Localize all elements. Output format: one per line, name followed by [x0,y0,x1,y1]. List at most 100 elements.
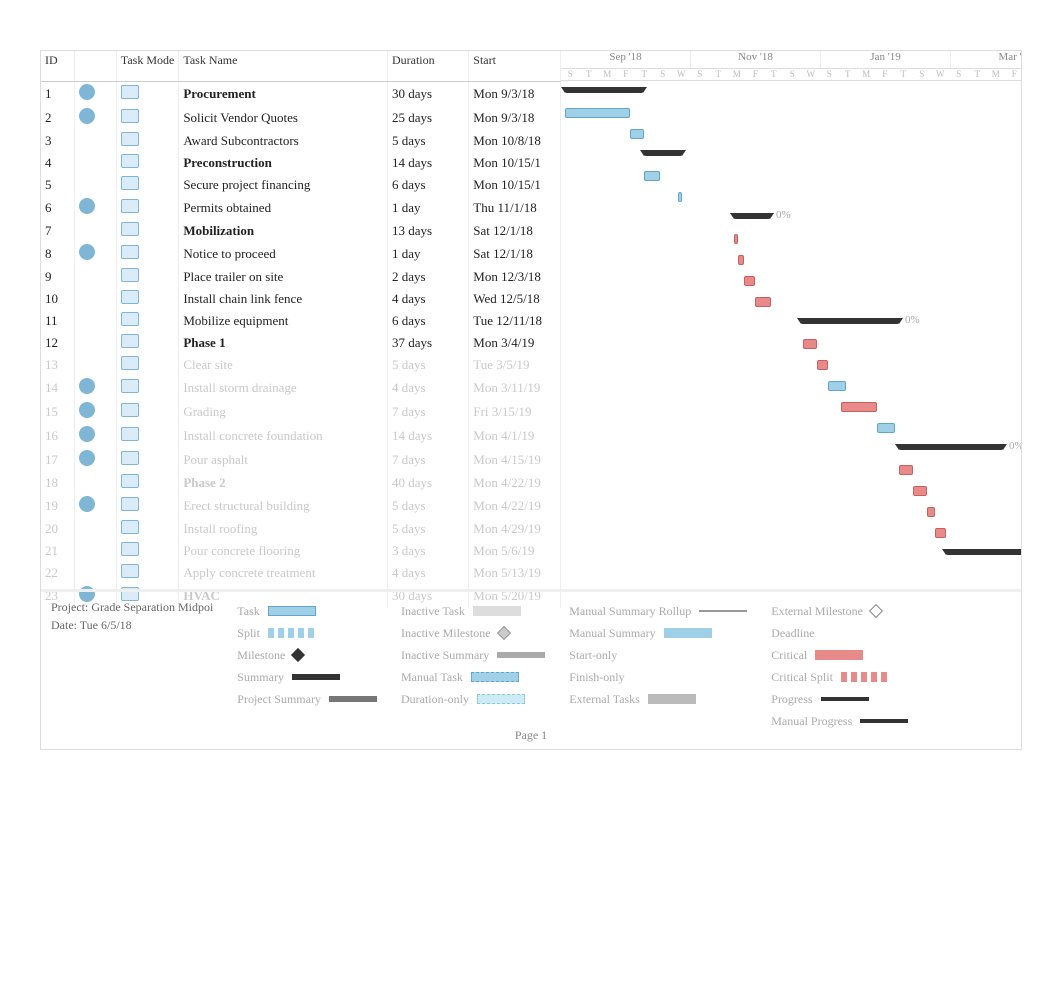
table-row[interactable]: 21Pour concrete flooring3 daysMon 5/6/19 [41,540,561,562]
table-row[interactable]: 2Solicit Vendor Quotes25 daysMon 9/3/18 [41,106,561,130]
cell-mode [116,266,178,288]
cell-start: Mon 4/29/19 [469,518,561,540]
gantt-bar-task[interactable] [828,381,846,391]
gantt-bar-task[interactable] [644,171,660,181]
table-row[interactable]: 14Install storm drainage4 daysMon 3/11/1… [41,376,561,400]
table-row[interactable]: 6Permits obtained1 dayThu 11/1/18 [41,196,561,220]
legend-item-label: Manual Summary Rollup [569,604,691,619]
gantt-bar-crit[interactable] [734,234,738,244]
legend-item-label: Critical Split [771,670,833,685]
cell-id: 18 [41,472,75,494]
legend-item: Inactive Task [401,600,545,622]
table-row[interactable]: 7Mobilization13 daysSat 12/1/18 [41,220,561,242]
cell-indicator [75,106,117,130]
cell-mode [116,400,178,424]
task-mode-icon [121,542,139,556]
header-row: ID Task Mode Task Name Duration Start [41,51,561,81]
cell-task-name: Erect structural building [179,494,388,518]
cell-indicator [75,400,117,424]
cell-duration: 4 days [387,288,468,310]
gantt-bar-task[interactable] [678,192,682,202]
gantt-bar-task[interactable] [630,129,644,139]
cell-start: Mon 4/1/19 [469,424,561,448]
gantt-bar-crit[interactable] [841,402,877,412]
legend-item: Manual Progress [771,710,908,732]
table-row[interactable]: 18Phase 240 daysMon 4/22/19 [41,472,561,494]
table-row[interactable]: 11Mobilize equipment6 daysTue 12/11/18 [41,310,561,332]
cell-start: Thu 11/1/18 [469,196,561,220]
cell-task-name: Place trailer on site [179,266,388,288]
gantt-bar-crit[interactable] [927,507,935,517]
cell-duration: 5 days [387,130,468,152]
gantt-bar-crit[interactable] [738,255,744,265]
cell-mode [116,242,178,266]
table-row[interactable]: 13Clear site5 daysTue 3/5/19 [41,354,561,376]
table-row[interactable]: 9Place trailer on site2 daysMon 12/3/18 [41,266,561,288]
gantt-bar-crit[interactable] [899,465,913,475]
cell-indicator [75,494,117,518]
cell-start: Mon 5/6/19 [469,540,561,562]
gantt-bar-summary[interactable] [946,549,1021,555]
legend-item: External Tasks [569,688,747,710]
gantt-bar-summary[interactable] [801,318,899,324]
cell-duration: 4 days [387,562,468,584]
cell-id: 2 [41,106,75,130]
cell-mode [116,448,178,472]
legend-swatch [477,694,525,704]
cell-indicator [75,152,117,174]
task-grid: ID Task Mode Task Name Duration Start 1P… [41,51,561,608]
indicator-icon [79,402,95,418]
gantt-bar-crit[interactable] [913,486,927,496]
cell-task-name: Clear site [179,354,388,376]
cell-duration: 1 day [387,196,468,220]
table-row[interactable]: 10Install chain link fence4 daysWed 12/5… [41,288,561,310]
legend-item-label: Inactive Milestone [401,626,491,641]
table-row[interactable]: 19Erect structural building5 daysMon 4/2… [41,494,561,518]
gantt-bar-summary[interactable] [899,444,1003,450]
cell-mode [116,424,178,448]
cell-indicator [75,376,117,400]
gantt-bar-summary[interactable] [644,150,682,156]
gantt-bar-crit[interactable] [935,528,946,538]
table-row[interactable]: 20Install roofing5 daysMon 4/29/19 [41,518,561,540]
gantt-bar-crit[interactable] [755,297,771,307]
cell-indicator [75,266,117,288]
gantt-bar-task[interactable] [565,108,630,118]
legend-item: Summary [237,666,377,688]
gantt-bar-crit[interactable] [803,339,817,349]
cell-task-name: Solicit Vendor Quotes [179,106,388,130]
timeline-month-label: Mar '19 [951,51,1021,68]
cell-duration: 2 days [387,266,468,288]
cell-mode [116,562,178,584]
legend-swatch [292,674,340,680]
legend-swatch [648,694,696,704]
legend-project-block: Project: Grade Separation Midpoi Date: T… [51,600,213,741]
task-mode-icon [121,199,139,213]
cell-mode [116,220,178,242]
gantt-bar-crit[interactable] [744,276,755,286]
gantt-bar-task[interactable] [877,423,895,433]
gantt-bar-summary[interactable] [734,213,770,219]
cell-mode [116,354,178,376]
legend-item: Milestone [237,644,377,666]
cell-indicator [75,130,117,152]
cell-indicator [75,424,117,448]
gantt-bar-crit[interactable] [817,360,828,370]
table-row[interactable]: 3Award Subcontractors5 daysMon 10/8/18 [41,130,561,152]
table-row[interactable]: 15Grading7 daysFri 3/15/19 [41,400,561,424]
legend-item-label: Milestone [237,648,285,663]
legend-swatch [869,604,883,618]
table-row[interactable]: 17Pour asphalt7 daysMon 4/15/19 [41,448,561,472]
gantt-bar-summary[interactable] [565,87,643,93]
table-row[interactable]: 22Apply concrete treatment4 daysMon 5/13… [41,562,561,584]
table-row[interactable]: 4Preconstruction14 daysMon 10/15/1 [41,152,561,174]
table-row[interactable]: 5Secure project financing6 daysMon 10/15… [41,174,561,196]
table-row[interactable]: 8Notice to proceed1 daySat 12/1/18 [41,242,561,266]
table-row[interactable]: 16Install concrete foundation14 daysMon … [41,424,561,448]
table-row[interactable]: 1Procurement30 daysMon 9/3/18 [41,81,561,106]
cell-mode [116,130,178,152]
cell-start: Fri 3/15/19 [469,400,561,424]
indicator-icon [79,108,95,124]
table-row[interactable]: 12Phase 137 daysMon 3/4/19 [41,332,561,354]
legend-swatch [291,648,305,662]
